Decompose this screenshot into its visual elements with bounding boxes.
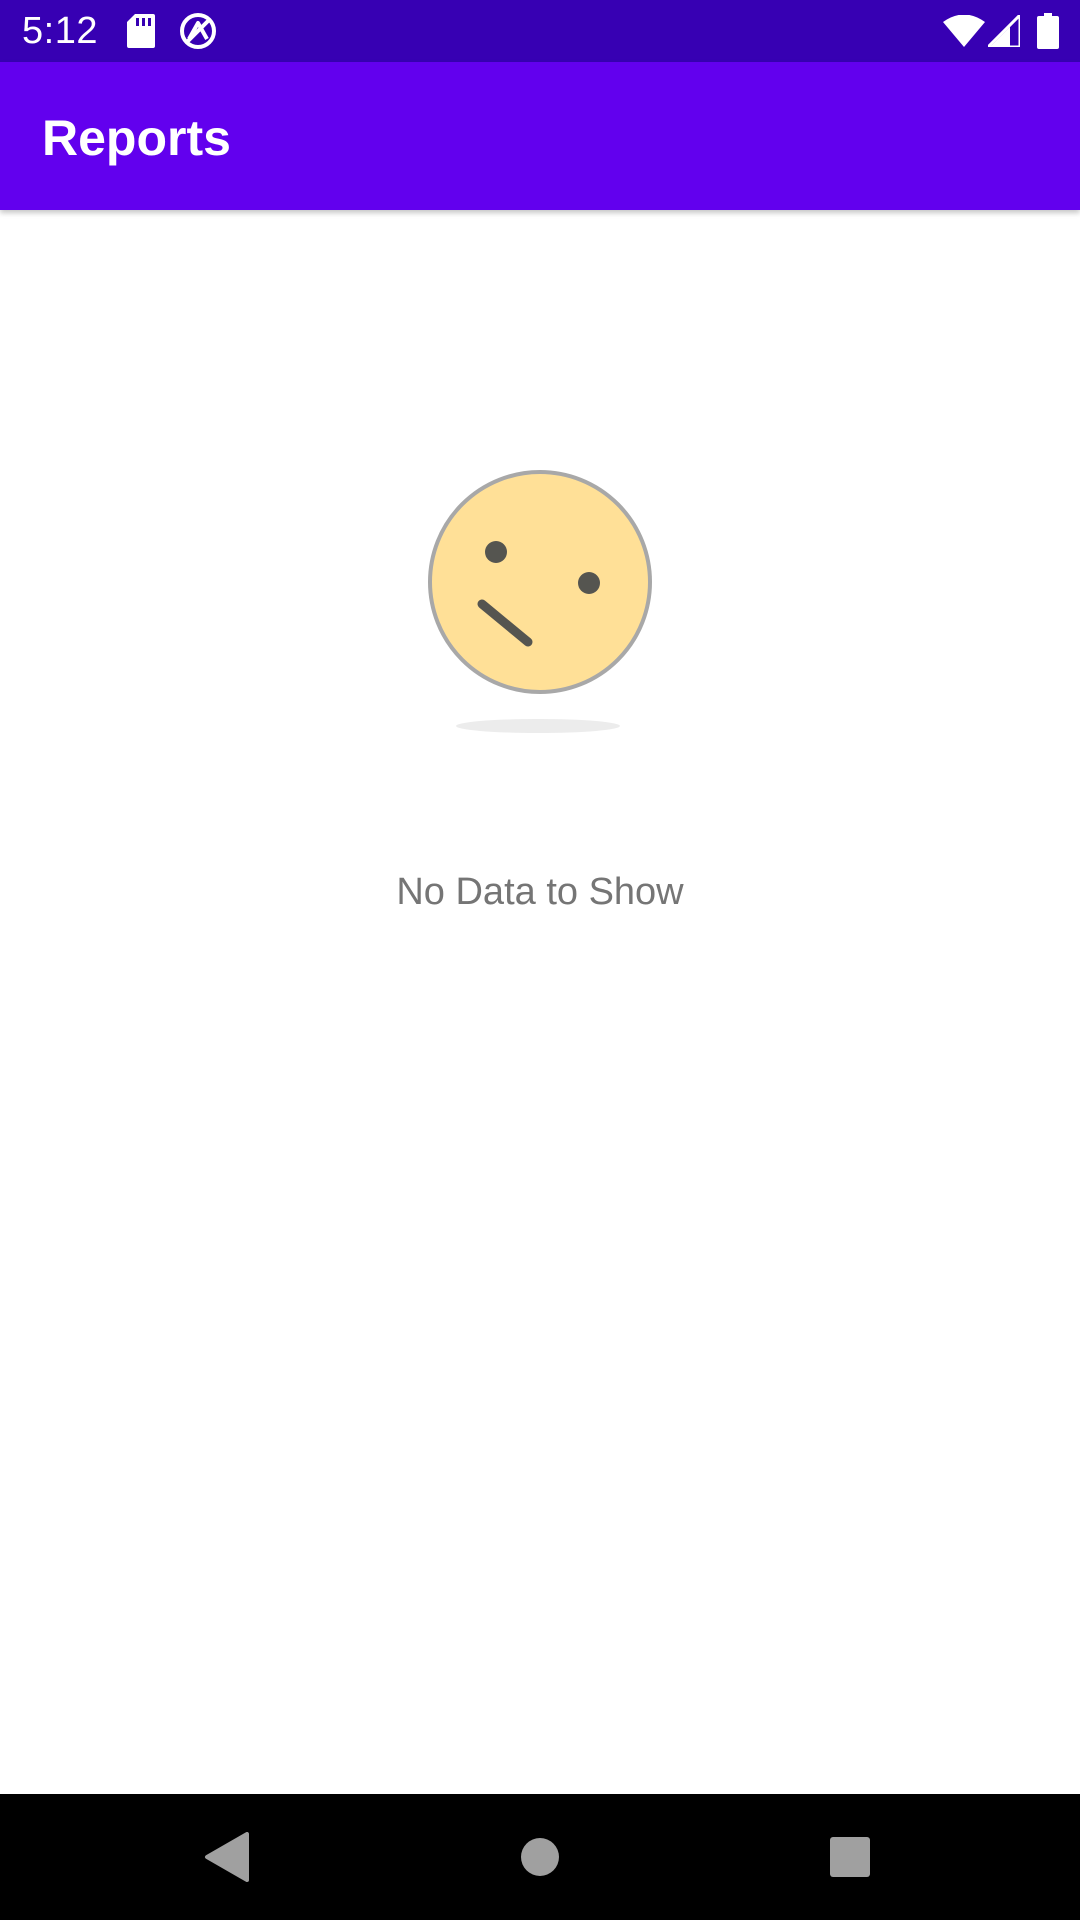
screen: 5:12 Reports No Data to Show <box>0 0 1080 1920</box>
page-title: Reports <box>42 110 231 166</box>
data-saver-icon <box>176 0 220 62</box>
home-icon <box>521 1838 559 1876</box>
status-bar: 5:12 <box>0 0 1080 62</box>
app-bar: Reports <box>0 62 1080 210</box>
confused-face-icon <box>420 466 660 746</box>
empty-state-message: No Data to Show <box>396 871 684 913</box>
recents-button[interactable] <box>770 1794 930 1920</box>
battery-icon <box>1034 0 1062 62</box>
status-time: 5:12 <box>22 10 98 52</box>
navigation-bar <box>0 1794 1080 1920</box>
recents-icon <box>830 1837 870 1877</box>
sd-card-icon <box>124 0 158 62</box>
cell-signal-icon <box>986 0 1022 62</box>
back-icon <box>205 1832 249 1882</box>
back-button[interactable] <box>146 1794 306 1920</box>
wifi-icon <box>942 0 986 62</box>
home-button[interactable] <box>460 1794 620 1920</box>
